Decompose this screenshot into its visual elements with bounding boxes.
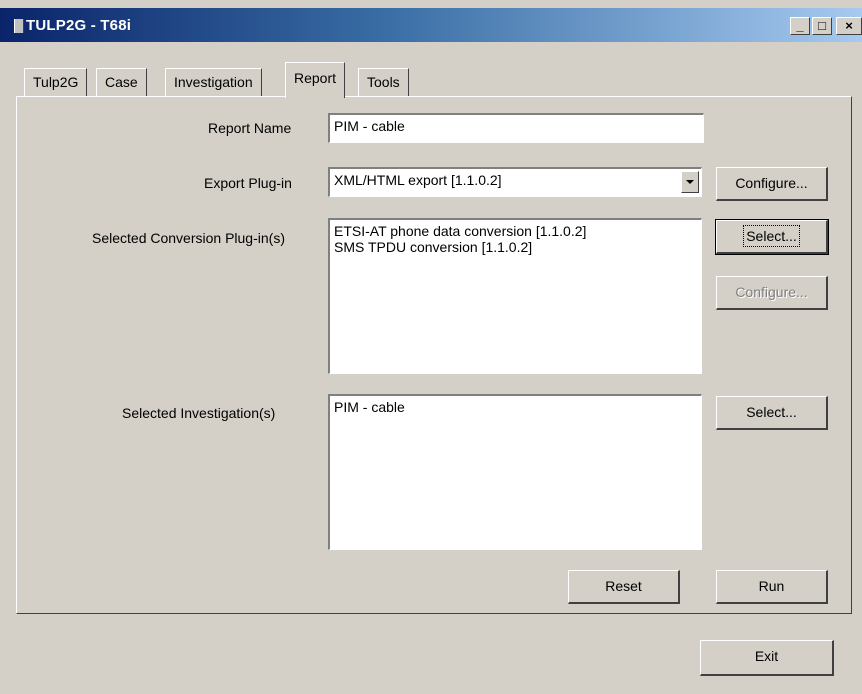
- report-name-input[interactable]: PIM - cable: [328, 113, 704, 143]
- conversion-configure-label: Configure...: [735, 284, 808, 300]
- export-configure-label: Configure...: [735, 175, 808, 191]
- tab-case[interactable]: Case: [96, 68, 147, 96]
- report-name-value: PIM - cable: [334, 118, 405, 134]
- minimize-button[interactable]: _: [790, 17, 810, 35]
- export-configure-button[interactable]: Configure...: [716, 167, 828, 201]
- conversion-plugins-list[interactable]: ETSI-AT phone data conversion [1.1.0.2] …: [328, 218, 702, 374]
- investigations-list[interactable]: PIM - cable: [328, 394, 702, 550]
- exit-button[interactable]: Exit: [700, 640, 834, 676]
- list-item[interactable]: SMS TPDU conversion [1.1.0.2]: [334, 239, 697, 255]
- maximize-button[interactable]: □: [812, 17, 832, 35]
- investigation-select-button[interactable]: Select...: [716, 396, 828, 430]
- export-plugin-select[interactable]: XML/HTML export [1.1.0.2]: [328, 167, 702, 197]
- exit-label: Exit: [754, 648, 779, 664]
- close-button[interactable]: ×: [836, 17, 862, 35]
- title-bar[interactable]: TULP2G - T68i _ □ ×: [0, 8, 862, 42]
- conversion-select-button[interactable]: Select...: [715, 219, 829, 255]
- conversion-configure-button[interactable]: Configure...: [716, 276, 828, 310]
- conversion-select-label: Select...: [743, 225, 800, 247]
- investigations-label: Selected Investigation(s): [122, 405, 276, 421]
- app-icon: [14, 19, 24, 33]
- tab-investigation[interactable]: Investigation: [165, 68, 262, 96]
- run-label: Run: [758, 578, 785, 594]
- run-button[interactable]: Run: [716, 570, 828, 604]
- window-title: TULP2G - T68i: [26, 17, 132, 34]
- export-plugin-value: XML/HTML export [1.1.0.2]: [334, 172, 502, 188]
- chevron-down-icon[interactable]: [681, 171, 699, 193]
- tab-tools[interactable]: Tools: [358, 68, 409, 96]
- tab-tulp2g[interactable]: Tulp2G: [24, 68, 88, 96]
- list-item[interactable]: ETSI-AT phone data conversion [1.1.0.2]: [334, 223, 697, 239]
- conversion-plugins-label: Selected Conversion Plug-in(s): [92, 230, 285, 246]
- report-name-label: Report Name: [208, 120, 292, 136]
- app-window: TULP2G - T68i _ □ × Tulp2G Case Investig…: [0, 0, 862, 694]
- reset-label: Reset: [605, 578, 642, 594]
- reset-button[interactable]: Reset: [568, 570, 680, 604]
- export-plugin-label: Export Plug-in: [204, 175, 292, 191]
- list-item[interactable]: PIM - cable: [334, 399, 697, 415]
- investigation-select-label: Select...: [746, 404, 797, 420]
- tab-report[interactable]: Report: [285, 62, 346, 98]
